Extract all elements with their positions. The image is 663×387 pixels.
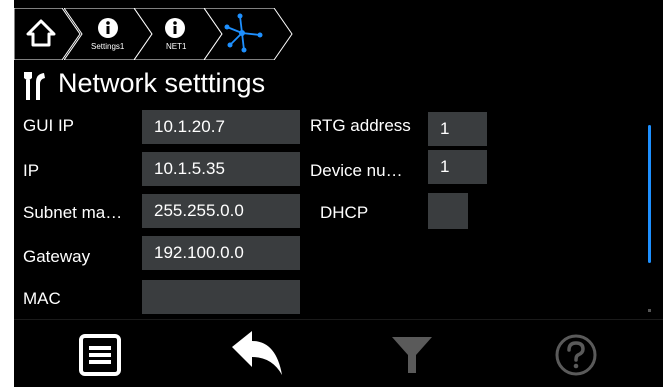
mac-field[interactable] — [142, 280, 300, 314]
back-arrow-icon — [232, 331, 282, 375]
device-number-label: Device nu… — [310, 161, 403, 180]
ip-field[interactable]: 10.1.5.35 — [142, 152, 300, 186]
breadcrumb-label: Settings1 — [91, 42, 125, 51]
page-header: Network setttings — [24, 68, 424, 106]
toolbar-divider — [14, 319, 663, 320]
back-button[interactable] — [230, 329, 286, 375]
scrollbar[interactable] — [648, 125, 651, 263]
gateway-field[interactable]: 192.100.0.0 — [142, 236, 300, 270]
breadcrumb-label: NET1 — [166, 42, 187, 51]
filter-icon — [392, 337, 432, 373]
screen-bezel — [0, 0, 14, 387]
device-number-field[interactable]: 1 — [428, 150, 487, 184]
rtg-address-label: RTG address — [310, 116, 411, 135]
gui-ip-field[interactable]: 10.1.20.7 — [142, 110, 300, 144]
subnet-mask-label: Subnet ma… — [23, 203, 123, 222]
network-icon — [224, 13, 263, 53]
home-icon — [26, 19, 56, 47]
scrollbar-end — [648, 309, 651, 312]
mac-label: MAC — [23, 289, 61, 308]
info-icon — [98, 18, 118, 38]
gui-ip-label: GUI IP — [23, 116, 75, 135]
menu-button[interactable] — [78, 333, 122, 377]
rtg-address-field[interactable]: 1 — [428, 112, 487, 146]
breadcrumb-network[interactable] — [204, 8, 294, 60]
menu-icon — [79, 334, 121, 376]
gateway-label: Gateway — [23, 247, 91, 266]
info-icon — [165, 18, 185, 38]
help-icon — [555, 334, 597, 376]
dhcp-label: DHCP — [320, 203, 369, 222]
filter-button[interactable] — [390, 333, 434, 377]
breadcrumb: Settings1 NET1 — [14, 8, 314, 60]
help-button[interactable] — [554, 333, 598, 377]
ip-label: IP — [23, 161, 40, 180]
screen: Settings1 NET1 Network setttings GUI IP … — [14, 0, 663, 387]
page-title: Network setttings — [58, 68, 266, 98]
subnet-mask-field[interactable]: 255.255.0.0 — [142, 194, 300, 228]
tools-icon — [24, 72, 45, 100]
dhcp-checkbox[interactable] — [428, 193, 468, 229]
